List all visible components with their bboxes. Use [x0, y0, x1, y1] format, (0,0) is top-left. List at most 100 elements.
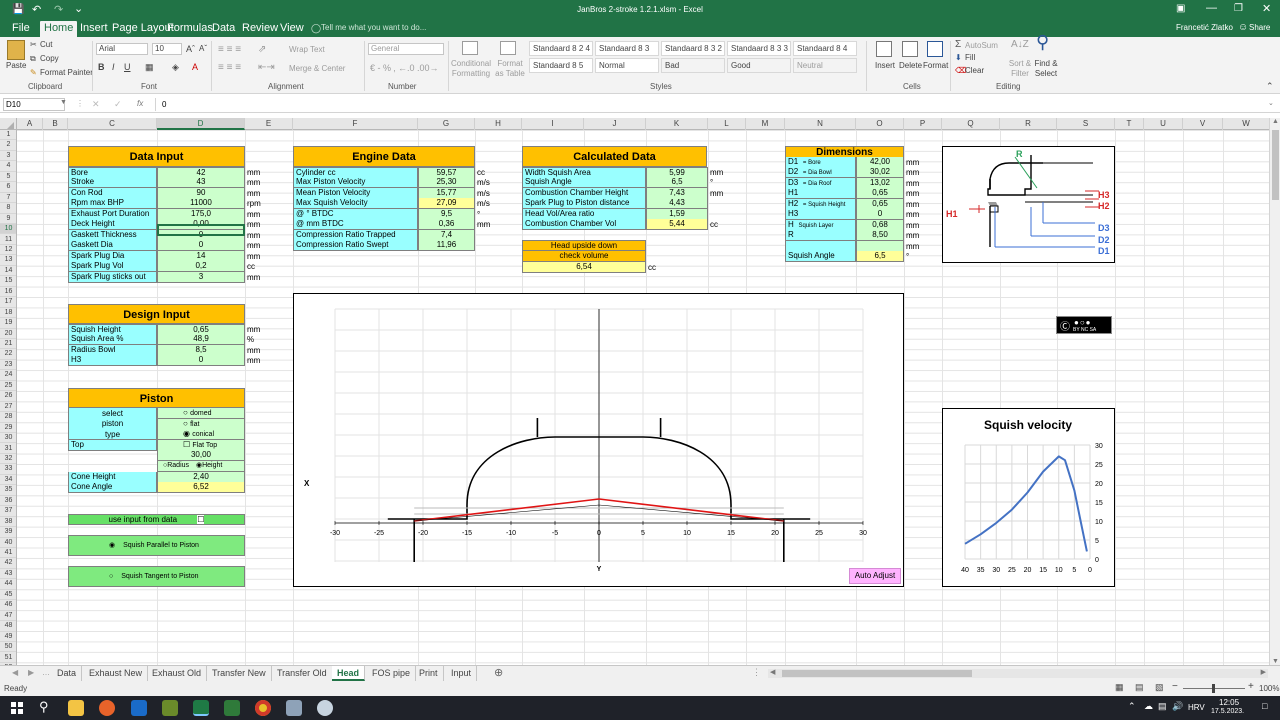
- format-painter-icon[interactable]: ✎: [30, 68, 37, 78]
- tab-scroll-right-icon[interactable]: ▶: [28, 668, 34, 677]
- row-header[interactable]: 3: [0, 151, 16, 162]
- scroll-left-icon[interactable]: ◀: [770, 668, 775, 676]
- column-header-o[interactable]: O: [856, 118, 904, 130]
- align-top-icon[interactable]: ≡ ≡ ≡: [218, 45, 241, 55]
- column-header-e[interactable]: E: [245, 118, 293, 130]
- column-header-f[interactable]: F: [293, 118, 418, 130]
- data-input-value[interactable]: 42: [157, 167, 245, 178]
- font-color-icon[interactable]: A: [192, 62, 198, 72]
- fill-button[interactable]: Fill: [965, 53, 975, 63]
- column-header-d[interactable]: D: [157, 118, 245, 130]
- row-header[interactable]: 40: [0, 538, 16, 548]
- tab-data[interactable]: Data: [52, 666, 83, 681]
- radio-parallel-selected-icon[interactable]: ◉: [109, 542, 115, 549]
- row-header[interactable]: 19: [0, 318, 16, 329]
- file-explorer-icon[interactable]: [68, 700, 84, 716]
- user-name[interactable]: Francetić Zlatko: [1176, 23, 1233, 32]
- column-header-q[interactable]: Q: [942, 118, 1000, 130]
- autosum-button[interactable]: AutoSum: [965, 41, 998, 51]
- row-header[interactable]: 23: [0, 360, 16, 371]
- indent-icon[interactable]: ⇤⇥: [258, 63, 275, 73]
- row-header[interactable]: 42: [0, 558, 16, 569]
- notifications-icon[interactable]: □: [1262, 701, 1267, 711]
- network-icon[interactable]: ▤: [1158, 701, 1167, 712]
- style-standaard-824[interactable]: Standaard 8 2 4: [529, 41, 593, 56]
- zoom-in-icon[interactable]: +: [1248, 681, 1254, 692]
- orientation-icon[interactable]: ⇗: [258, 45, 266, 55]
- number-format-select[interactable]: General: [368, 43, 444, 55]
- fill-color-icon[interactable]: ◈: [172, 62, 179, 72]
- language-indicator[interactable]: HRV: [1188, 703, 1205, 712]
- squish-parallel-option[interactable]: ◉ Squish Parallel to Piston: [68, 535, 245, 556]
- column-header-c[interactable]: C: [68, 118, 157, 130]
- column-header-p[interactable]: P: [904, 118, 942, 130]
- format-cells-icon[interactable]: [927, 41, 943, 57]
- data-input-value[interactable]: 14: [157, 250, 245, 262]
- data-input-value[interactable]: 3: [157, 271, 245, 283]
- column-header-w[interactable]: W: [1223, 118, 1270, 130]
- copy-button[interactable]: Copy: [40, 54, 59, 64]
- style-standaard-85[interactable]: Standaard 8 5: [529, 58, 593, 73]
- row-header[interactable]: 15: [0, 276, 16, 287]
- app-icon[interactable]: [224, 700, 240, 716]
- vertical-scroll-thumb[interactable]: [1272, 130, 1279, 200]
- column-header-j[interactable]: J: [584, 118, 646, 130]
- row-header[interactable]: 1: [0, 130, 16, 141]
- data-input-value[interactable]: 0: [157, 240, 245, 252]
- data-input-value[interactable]: 0,2: [157, 261, 245, 273]
- formula-input[interactable]: 0: [155, 98, 1265, 111]
- scroll-down-icon[interactable]: ▼: [1272, 658, 1279, 665]
- row-header[interactable]: 31: [0, 444, 16, 454]
- font-size-select[interactable]: 10: [152, 43, 182, 55]
- currency-icon[interactable]: € - % ‚ ←.0 .00→: [370, 63, 439, 73]
- tell-me-box[interactable]: Tell me what you want to do...: [321, 23, 426, 32]
- row-header[interactable]: 18: [0, 308, 16, 319]
- use-input-checkbox-row[interactable]: use input from data ☐: [68, 514, 245, 525]
- radius-height-selector[interactable]: ○Radius ◉Height: [157, 461, 245, 472]
- merge-center-button[interactable]: Merge & Center: [289, 64, 345, 74]
- font-name-select[interactable]: Arial: [96, 43, 148, 55]
- chrome-icon[interactable]: [255, 700, 271, 716]
- cut-button[interactable]: Cut: [40, 40, 52, 50]
- worksheet-grid[interactable]: Data Input Bore 42 mm Stroke 43 mm Con Rod 90 mm…: [17, 130, 1269, 665]
- format-table-icon[interactable]: [500, 41, 516, 55]
- tab-fos-pipe[interactable]: FOS pipe: [367, 666, 417, 681]
- tab-transfer-new[interactable]: Transfer New: [207, 666, 272, 681]
- scroll-right-icon[interactable]: ▶: [1261, 668, 1266, 676]
- row-header[interactable]: 36: [0, 496, 16, 507]
- row-header[interactable]: 44: [0, 579, 16, 590]
- tab-exhaust-old[interactable]: Exhaust Old: [147, 666, 208, 681]
- tab-scroll-left-icon[interactable]: ◀: [12, 668, 18, 677]
- column-header-b[interactable]: B: [43, 118, 68, 130]
- normal-view-icon[interactable]: ▦: [1115, 682, 1124, 693]
- column-header-n[interactable]: N: [785, 118, 856, 130]
- design-input-value[interactable]: 0,65: [157, 324, 245, 335]
- format-button[interactable]: Format: [923, 61, 948, 71]
- app-icon[interactable]: [162, 700, 178, 716]
- style-standaard-84[interactable]: Standaard 8 4: [793, 41, 857, 56]
- name-box[interactable]: D10: [3, 98, 65, 111]
- menu-view[interactable]: View: [276, 22, 308, 37]
- tab-head[interactable]: Head: [332, 666, 366, 681]
- shrink-font-icon[interactable]: Aˇ: [199, 44, 207, 54]
- start-icon[interactable]: [11, 702, 23, 714]
- column-header-h[interactable]: H: [475, 118, 522, 130]
- selected-cell-d10[interactable]: [157, 224, 245, 236]
- border-icon[interactable]: ▦: [145, 62, 154, 72]
- column-header-l[interactable]: L: [708, 118, 746, 130]
- style-neutral[interactable]: Neutral: [793, 58, 857, 73]
- grow-font-icon[interactable]: Aˆ: [186, 44, 195, 54]
- radio-tangent-icon[interactable]: ○: [109, 573, 113, 580]
- column-header-v[interactable]: V: [1183, 118, 1223, 130]
- row-header[interactable]: 51: [0, 653, 16, 663]
- tab-exhaust-new[interactable]: Exhaust New: [84, 666, 149, 681]
- copy-icon[interactable]: ⧉: [30, 54, 36, 64]
- head-upside-value[interactable]: 6,54: [522, 262, 646, 273]
- zoom-level[interactable]: 100%: [1259, 684, 1279, 693]
- style-bad[interactable]: Bad: [661, 58, 725, 73]
- insert-function-icon[interactable]: fx: [137, 99, 143, 108]
- menu-data[interactable]: Data: [208, 22, 239, 37]
- sort-icon[interactable]: A↓Z: [1011, 40, 1029, 50]
- row-header[interactable]: 45: [0, 590, 16, 601]
- cc-license-badge[interactable]: Ⓒ ●○● BY NC SA: [1056, 316, 1112, 334]
